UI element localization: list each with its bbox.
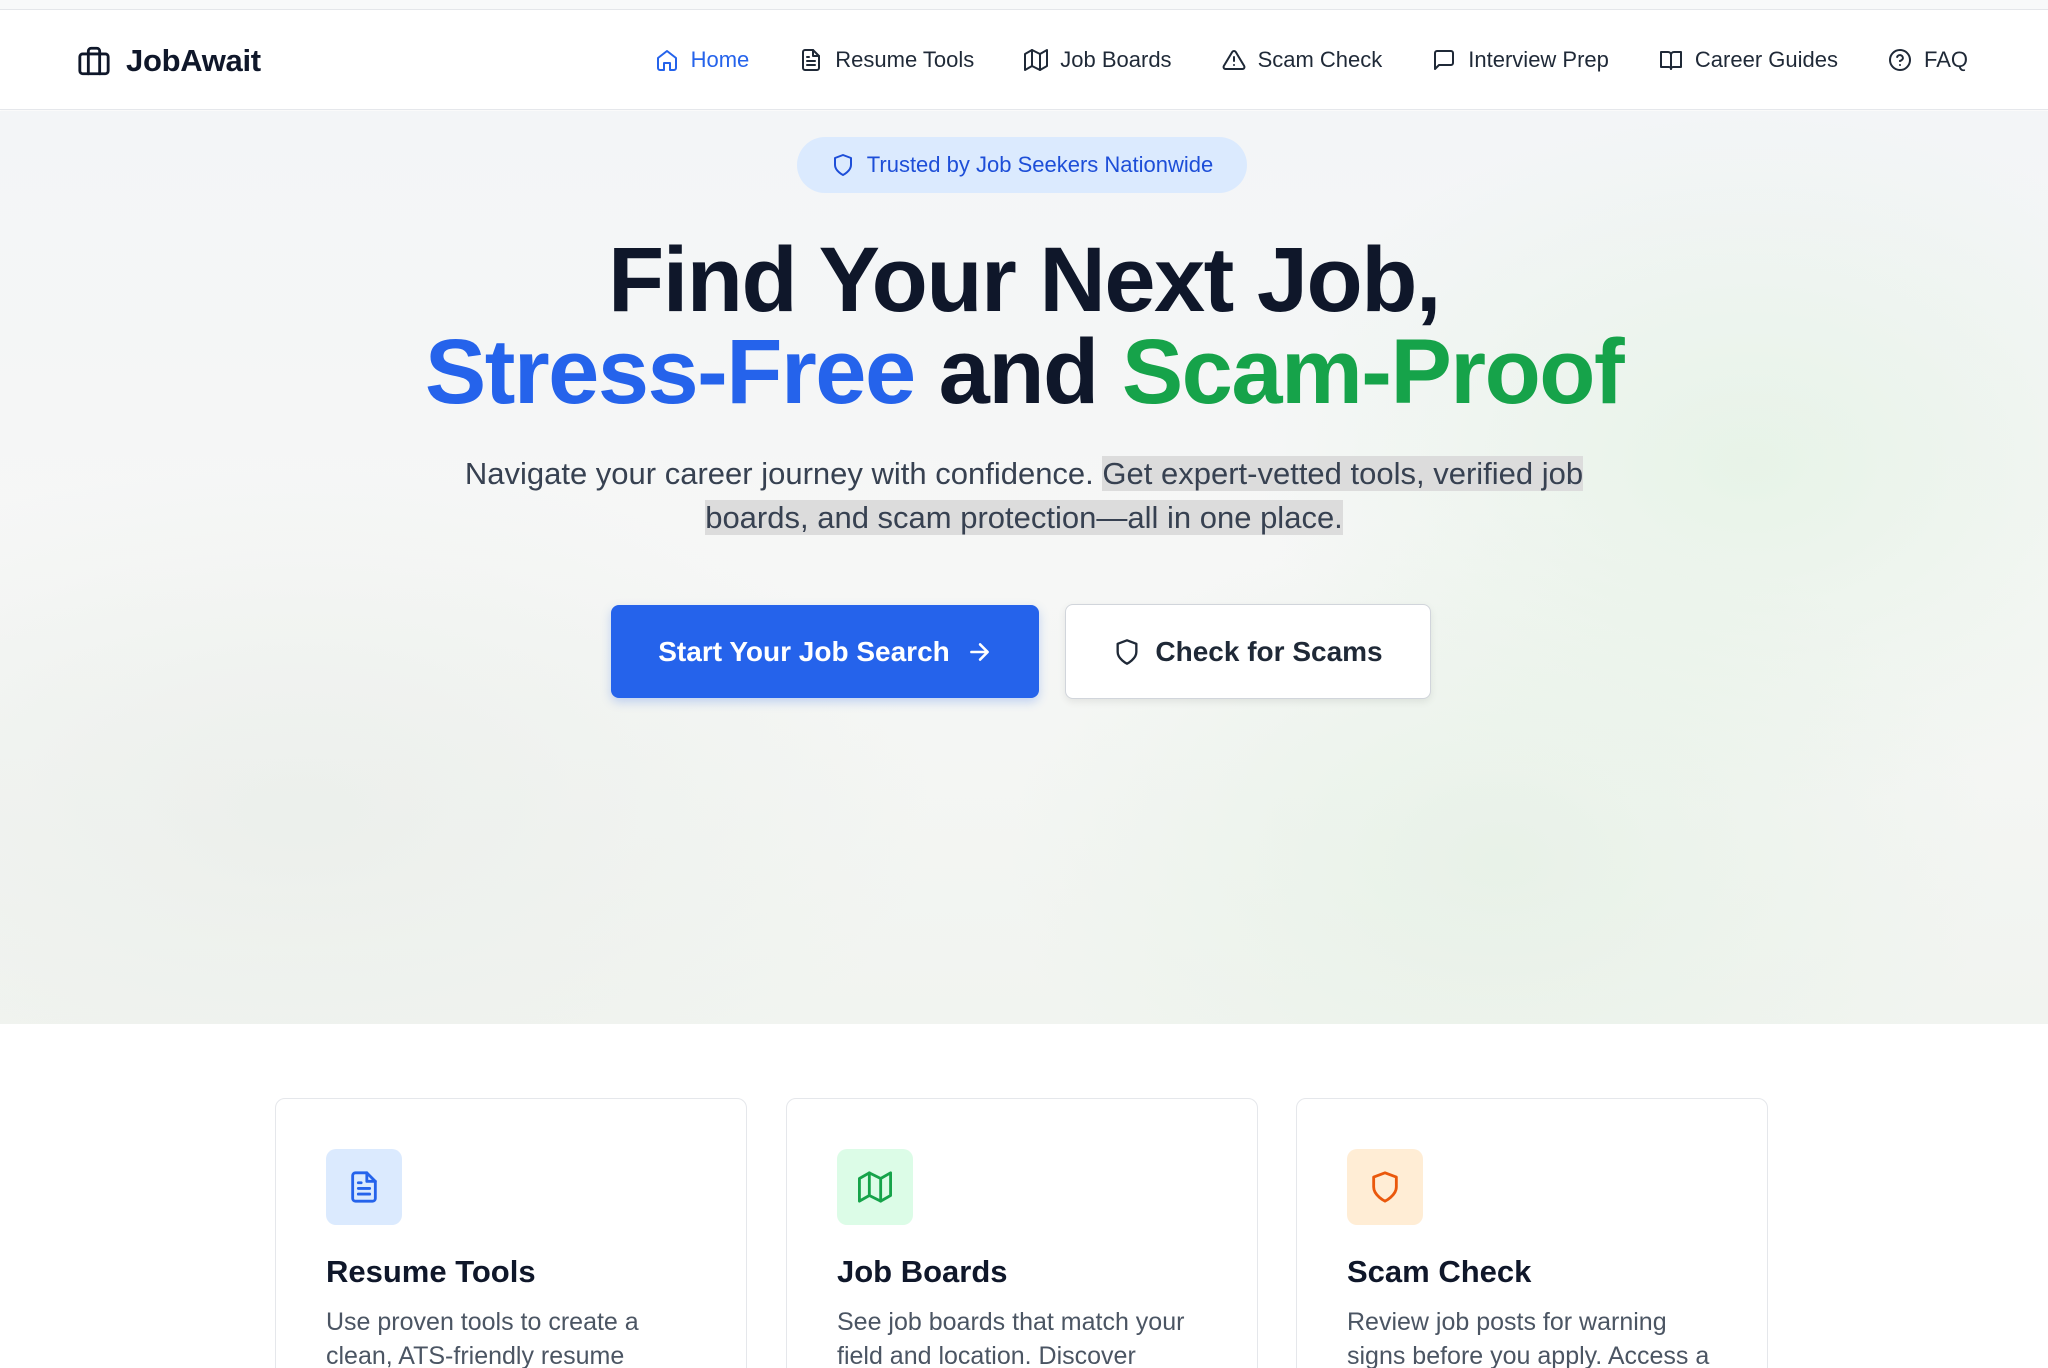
briefcase-icon (78, 46, 110, 76)
nav-scam-check[interactable]: Scam Check (1222, 47, 1383, 73)
document-icon (351, 1171, 377, 1203)
shield-icon (833, 154, 852, 176)
main-nav: Home Resume Tools Job Boards Scam Check … (605, 10, 1968, 110)
book-icon (1659, 51, 1682, 70)
start-job-search-label: Start Your Job Search (658, 635, 950, 667)
card-title: Scam Check (1347, 1254, 1532, 1289)
nav-interview-prep[interactable]: Interview Prep (1432, 47, 1609, 73)
nav-career-guides[interactable]: Career Guides (1659, 47, 1838, 73)
arrow-right-icon (969, 642, 989, 661)
job-boards-icon-box (837, 1149, 913, 1225)
card-description: See job boards that match your field and… (837, 1308, 1185, 1368)
nav-faq[interactable]: FAQ (1888, 47, 1968, 73)
map-icon (858, 1171, 892, 1203)
nav-resume-tools[interactable]: Resume Tools (799, 47, 974, 73)
shield-icon (1372, 1171, 1398, 1203)
nav-scam-check-label: Scam Check (1257, 47, 1383, 72)
feature-card-scam-check[interactable]: Scam Check Review job posts for warning … (1296, 1098, 1768, 1368)
check-for-scams-label: Check for Scams (1155, 635, 1383, 667)
start-job-search-button[interactable]: Start Your Job Search (611, 605, 1039, 698)
feature-cards-section: Resume Tools Use proven tools to create … (0, 1024, 2048, 1368)
nav-resume-tools-label: Resume Tools (835, 47, 975, 72)
headline-stress-free: Stress-Free (424, 321, 916, 423)
headline-scam-proof: Scam-Proof (1121, 321, 1625, 423)
browser-top-strip (0, 0, 2048, 10)
feature-card-job-boards[interactable]: Job Boards See job boards that match you… (786, 1098, 1258, 1368)
headline-and: and (914, 321, 1122, 423)
trust-badge: Trusted by Job Seekers Nationwide (797, 137, 1247, 193)
feature-card-resume-tools[interactable]: Resume Tools Use proven tools to create … (275, 1098, 747, 1368)
top-navbar: JobAwait Home Resume Tools Job Boards Sc… (0, 10, 2048, 110)
nav-faq-label: FAQ (1923, 47, 1968, 72)
card-description: Review job posts for warning signs befor… (1347, 1308, 1710, 1368)
nav-interview-prep-label: Interview Prep (1468, 47, 1609, 72)
map-icon (1024, 49, 1049, 71)
hero-subtitle: Navigate your career journey with confid… (440, 452, 1608, 540)
nav-home[interactable]: Home (655, 47, 750, 73)
subtitle-plain: Navigate your career journey with confid… (464, 456, 1103, 491)
shield-icon (1116, 638, 1138, 665)
home-icon (656, 50, 677, 71)
hero-headline-line2: Stress-Free and Scam-Proof (0, 322, 2048, 422)
nav-home-label: Home (690, 47, 750, 72)
card-title: Resume Tools (326, 1254, 536, 1289)
scam-check-icon-box (1347, 1149, 1423, 1225)
hero-headline-line1: Find Your Next Job, (608, 229, 1441, 331)
brand-logo[interactable]: JobAwait (76, 43, 261, 79)
chat-icon (1434, 50, 1455, 70)
card-description: Use proven tools to create a clean, ATS-… (326, 1308, 639, 1368)
nav-job-boards[interactable]: Job Boards (1024, 47, 1172, 73)
trust-badge-label: Trusted by Job Seekers Nationwide (866, 152, 1214, 177)
warning-icon (1222, 49, 1245, 70)
check-for-scams-button[interactable]: Check for Scams (1065, 604, 1431, 699)
help-icon (1888, 49, 1911, 71)
card-title: Job Boards (837, 1254, 1008, 1289)
document-icon (802, 49, 821, 71)
nav-job-boards-label: Job Boards (1060, 47, 1172, 72)
resume-tools-icon-box (326, 1149, 402, 1225)
brand-name: JobAwait (126, 43, 261, 78)
nav-career-guides-label: Career Guides (1694, 47, 1838, 72)
